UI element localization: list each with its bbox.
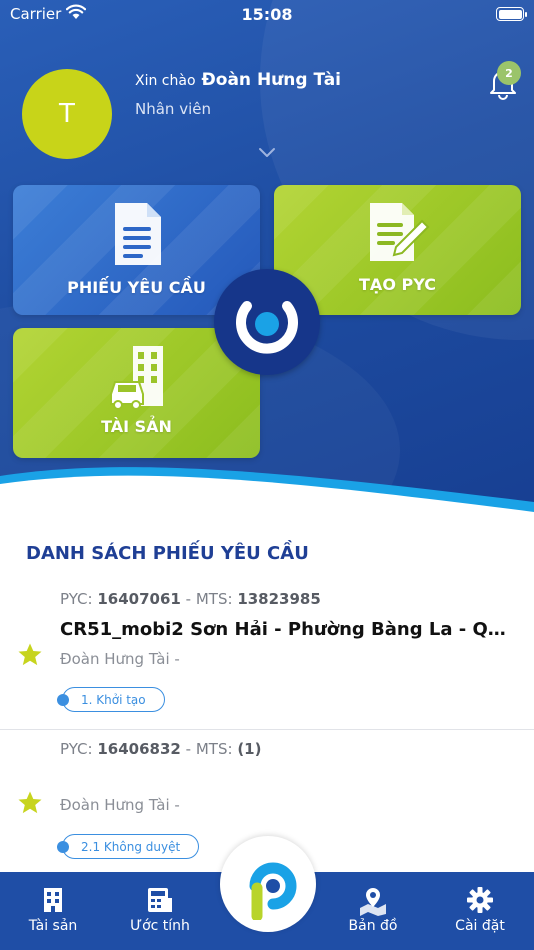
greeting: Xin chào Đoàn Hưng Tài	[135, 70, 341, 90]
assets-tile-label: TÀI SẢN	[101, 417, 172, 436]
status-dot	[57, 694, 69, 706]
notification-badge: 2	[497, 61, 521, 85]
mts-label: MTS:	[195, 590, 233, 608]
status-badge: 2.1 Không duyệt	[57, 834, 200, 859]
nav-label-settings: Cài đặt	[455, 918, 505, 934]
app-logo	[214, 269, 320, 375]
request-meta: PYC: 16407061 - MTS: 13823985	[60, 590, 321, 608]
nav-label-estimate: Ước tính	[130, 918, 190, 934]
meta-separator: -	[185, 740, 196, 758]
p-logo-icon	[249, 862, 297, 920]
calculator-icon	[148, 888, 172, 912]
nav-item-assets[interactable]: Tài sản	[18, 872, 88, 950]
home-button[interactable]	[220, 836, 316, 932]
nav-item-map[interactable]: Bản đồ	[338, 872, 408, 950]
request-title: CR51_mobi2 Sơn Hải - Phường Bàng La - Qu…	[60, 619, 508, 640]
nav-label-map: Bản đồ	[348, 918, 398, 934]
nav-item-estimate[interactable]: Ước tính	[120, 872, 200, 950]
pyc-label: PYC:	[60, 740, 93, 758]
pyc-number: 16407061	[97, 590, 181, 608]
building-car-icon	[110, 346, 163, 410]
status-time: 15:08	[241, 5, 293, 24]
status-bar: Carrier 15:08	[0, 0, 534, 30]
request-assignee: Đoàn Hưng Tài -	[60, 650, 180, 668]
battery-icon	[496, 7, 527, 21]
user-name: Đoàn Hưng Tài	[201, 70, 342, 90]
star-icon[interactable]	[17, 790, 43, 816]
status-label: 1. Khởi tạo	[81, 692, 146, 707]
status-dot	[57, 841, 69, 853]
request-meta: PYC: 16406832 - MTS: (1)	[60, 740, 261, 758]
edit-document-icon	[370, 203, 430, 261]
mts-number: 13823985	[237, 590, 321, 608]
nav-label-assets: Tài sản	[28, 918, 78, 934]
document-icon	[115, 203, 161, 265]
status-label: 2.1 Không duyệt	[81, 839, 181, 854]
status-badge: 1. Khởi tạo	[57, 687, 165, 712]
pyc-number: 16406832	[97, 740, 181, 758]
create-request-tile-label: TẠO PYC	[359, 275, 436, 294]
pyc-label: PYC:	[60, 590, 93, 608]
avatar[interactable]: T	[22, 69, 112, 159]
meta-separator: -	[185, 590, 196, 608]
chevron-down-icon[interactable]	[258, 147, 276, 159]
user-role: Nhân viên	[135, 100, 211, 118]
wave-divider	[0, 467, 534, 532]
logo-mark-icon	[236, 301, 298, 354]
nav-item-settings[interactable]: Cài đặt	[445, 872, 515, 950]
map-pin-icon	[360, 888, 386, 916]
building-icon	[44, 888, 62, 912]
list-item[interactable]: PYC: 16407061 - MTS: 13823985 CR51_mobi2…	[0, 590, 534, 730]
mts-label: MTS:	[195, 740, 233, 758]
gear-icon	[467, 887, 493, 913]
star-icon[interactable]	[17, 642, 43, 668]
greeting-label: Xin chào	[135, 73, 196, 89]
section-title: DANH SÁCH PHIẾU YÊU CẦU	[26, 543, 309, 564]
mts-number: (1)	[237, 740, 262, 758]
request-assignee: Đoàn Hưng Tài -	[60, 796, 180, 814]
